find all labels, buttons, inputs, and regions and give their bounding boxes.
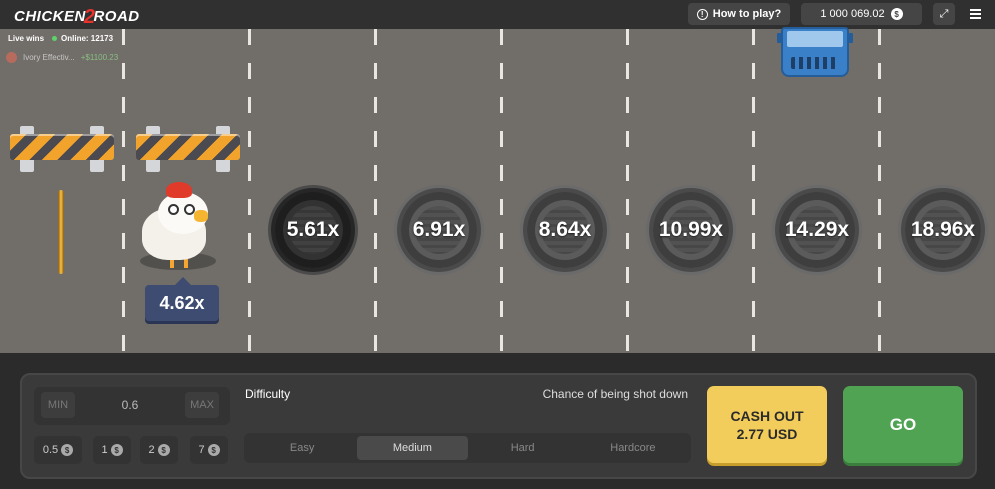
difficulty-label: Difficulty <box>245 387 291 401</box>
dollar-coin-icon: $ <box>157 444 170 456</box>
lane-manhole-5[interactable]: 14.29x <box>775 188 859 272</box>
lane-multiplier: 5.61x <box>286 218 340 241</box>
live-wins-label: Live wins <box>8 34 45 43</box>
lane-manhole-4[interactable]: 10.99x <box>649 188 733 272</box>
current-multiplier-tag: 4.62x <box>145 277 219 321</box>
lane-manhole-3[interactable]: 8.64x <box>523 188 607 272</box>
lane-divider <box>752 29 755 353</box>
road-barrier <box>136 126 240 174</box>
logo: CHICKEN2ROAD <box>14 4 140 28</box>
cash-out-label: CASH OUT <box>730 407 804 424</box>
online-count-text: Online: 12173 <box>61 34 114 43</box>
live-win-amount: +$1100.23 <box>80 53 119 62</box>
truck-icon <box>777 27 853 79</box>
lane-multiplier: 14.29x <box>784 218 850 241</box>
logo-text-chicken: CHICKEN <box>14 8 86 25</box>
game-root: CHICKEN2ROAD ! How to play? 1 000 069.02… <box>0 0 995 489</box>
how-to-play-label: How to play? <box>712 8 782 20</box>
barrier-stripes <box>136 134 240 160</box>
hamburger-icon-line <box>969 17 981 19</box>
max-bet-button[interactable]: MAX <box>185 392 219 418</box>
chip-value: 2 <box>148 444 155 456</box>
lane-manhole-6[interactable]: 18.96x <box>901 188 985 272</box>
lane-divider <box>626 29 629 353</box>
difficulty-medium[interactable]: Medium <box>357 436 468 460</box>
online-dot-icon <box>52 36 58 41</box>
how-to-play-button[interactable]: ! How to play? <box>688 3 790 25</box>
difficulty-selector: Easy Medium Hard Hardcore <box>244 433 691 463</box>
lane-multiplier: 6.91x <box>412 218 466 241</box>
dollar-coin-icon: $ <box>207 444 220 456</box>
lane-divider <box>500 29 503 353</box>
truck-grill <box>791 57 839 69</box>
difficulty-easy[interactable]: Easy <box>247 436 357 460</box>
road-barrier <box>10 126 114 174</box>
min-bet-button[interactable]: MIN <box>41 392 75 418</box>
bet-chip-0-5[interactable]: 0.5 $ <box>34 436 82 464</box>
top-bar: CHICKEN2ROAD ! How to play? 1 000 069.02… <box>0 0 995 29</box>
bet-amount-input[interactable]: 0.6 <box>80 392 180 418</box>
dollar-coin-icon: $ <box>110 444 123 456</box>
bet-chip-2[interactable]: 2 $ <box>140 436 178 464</box>
avatar <box>6 52 17 63</box>
bet-chip-7[interactable]: 7 $ <box>190 436 228 464</box>
truck-windshield <box>787 31 843 47</box>
logo-text-road: ROAD <box>93 8 140 25</box>
info-icon: ! <box>696 8 708 20</box>
lane-multiplier: 18.96x <box>910 218 976 241</box>
expand-icon: ⤢ <box>939 7 949 20</box>
hamburger-icon-line <box>969 9 981 11</box>
chicken-beak <box>194 210 208 222</box>
live-win-user: Ivory Effectiv... <box>23 53 75 62</box>
lane-manhole-2[interactable]: 6.91x <box>397 188 481 272</box>
balance-display: 1 000 069.02 $ <box>801 3 922 25</box>
chance-label: Chance of being shot down <box>542 387 688 401</box>
lane-divider <box>122 29 125 353</box>
chicken-eye <box>168 204 179 215</box>
live-win-item: Ivory Effectiv... +$1100.23 <box>6 52 118 63</box>
difficulty-hardcore[interactable]: Hardcore <box>578 436 688 460</box>
chip-value: 7 <box>198 444 205 456</box>
cash-out-button[interactable]: CASH OUT 2.77 USD <box>707 386 827 463</box>
lane-multiplier: 8.64x <box>538 218 592 241</box>
dollar-coin-icon: $ <box>890 8 903 20</box>
cash-out-amount: 2.77 USD <box>736 425 798 442</box>
balance-value: 1 000 069.02 <box>820 8 885 20</box>
gold-coin-icon <box>58 190 64 274</box>
lane-divider <box>248 29 251 353</box>
lane-divider <box>374 29 377 353</box>
lane-divider <box>878 29 881 353</box>
dollar-coin-icon: $ <box>61 444 74 456</box>
lane-multiplier: 10.99x <box>658 218 724 241</box>
go-button[interactable]: GO <box>843 386 963 463</box>
live-status: Live wins Online: 12173 <box>8 34 113 43</box>
chip-value: 0.5 <box>42 444 59 456</box>
hamburger-icon-line <box>969 13 981 15</box>
chicken-comb <box>166 182 192 198</box>
menu-button[interactable] <box>964 3 986 25</box>
barrier-stripes <box>10 134 114 160</box>
lane-manhole-1[interactable]: 5.61x <box>271 188 355 272</box>
chip-value: 1 <box>101 444 108 456</box>
bet-chip-1[interactable]: 1 $ <box>93 436 131 464</box>
chicken-character <box>140 182 216 270</box>
logo-text-two: 2 <box>83 6 96 28</box>
fullscreen-button[interactable]: ⤢ <box>933 3 955 25</box>
difficulty-hard[interactable]: Hard <box>468 436 578 460</box>
online-count: Online: 12173 <box>52 34 113 43</box>
